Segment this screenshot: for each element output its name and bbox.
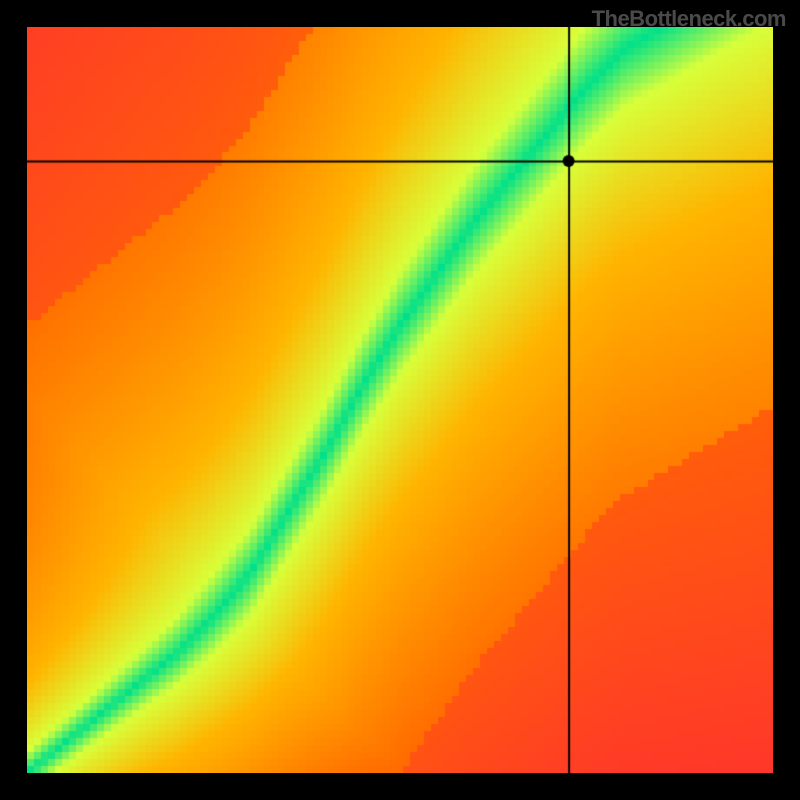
chart-container: TheBottleneck.com <box>0 0 800 800</box>
overlay-canvas <box>27 27 773 773</box>
watermark-label: TheBottleneck.com <box>592 6 786 32</box>
